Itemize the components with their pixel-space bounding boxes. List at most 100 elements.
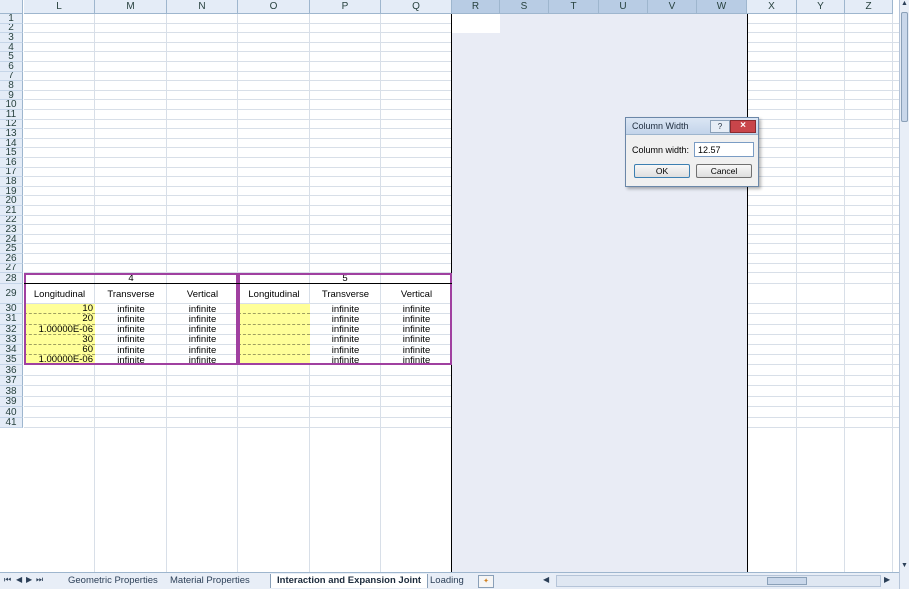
column-label[interactable]: Transverse: [95, 284, 167, 304]
tab-material-properties[interactable]: Material Properties: [164, 574, 256, 588]
column-label[interactable]: Transverse: [310, 284, 381, 304]
column-label[interactable]: Vertical: [381, 284, 452, 304]
row-header[interactable]: 38: [0, 386, 23, 397]
next-sheet-icon[interactable]: ▶: [26, 575, 32, 584]
scroll-down-icon[interactable]: ▼: [900, 562, 909, 572]
tab-loading[interactable]: Loading: [424, 574, 470, 588]
vertical-cell[interactable]: infinite: [381, 345, 452, 355]
row-header[interactable]: 13: [0, 129, 23, 139]
row-header[interactable]: 1: [0, 14, 23, 24]
transverse-cell[interactable]: infinite: [95, 355, 167, 365]
row-header[interactable]: 26: [0, 254, 23, 264]
transverse-cell[interactable]: infinite: [310, 314, 381, 324]
row-header[interactable]: 21: [0, 206, 23, 216]
row-header[interactable]: 7: [0, 71, 23, 82]
row-header[interactable]: 8: [0, 81, 23, 91]
transverse-cell[interactable]: infinite: [95, 345, 167, 355]
horizontal-scrollbar[interactable]: [556, 575, 881, 587]
row-header[interactable]: 9: [0, 90, 23, 101]
vertical-cell[interactable]: infinite: [167, 355, 238, 365]
column-label[interactable]: Longitudinal: [24, 284, 95, 304]
cancel-button[interactable]: Cancel: [696, 164, 752, 178]
longitudinal-cell[interactable]: 10: [24, 304, 95, 315]
longitudinal-cell[interactable]: [238, 314, 310, 325]
row-header[interactable]: 5: [0, 52, 23, 62]
last-sheet-icon[interactable]: ⏭: [36, 575, 43, 585]
longitudinal-cell[interactable]: [238, 355, 310, 366]
transverse-cell[interactable]: infinite: [95, 314, 167, 324]
row-header[interactable]: 30: [0, 304, 23, 315]
row-header[interactable]: 25: [0, 244, 23, 254]
row-header[interactable]: 2: [0, 23, 23, 34]
worksheet[interactable]: LMNOPQRSTUVWXYZ 1 2 3 4 5 6 7 8 9 10 11 12 13 14 15 16 1…: [0, 0, 899, 572]
column-header[interactable]: S: [500, 0, 549, 14]
vertical-cell[interactable]: infinite: [167, 314, 238, 324]
column-width-input[interactable]: [694, 142, 754, 157]
column-header[interactable]: X: [747, 0, 797, 14]
vertical-cell[interactable]: infinite: [381, 325, 452, 335]
row-header[interactable]: 36: [0, 365, 23, 376]
column-header[interactable]: V: [648, 0, 697, 14]
hscroll-thumb[interactable]: [767, 577, 807, 585]
column-header[interactable]: P: [310, 0, 381, 14]
row-header[interactable]: 12: [0, 119, 23, 130]
row-header[interactable]: 28: [0, 273, 23, 285]
prev-sheet-icon[interactable]: ◀: [16, 575, 22, 584]
row-header[interactable]: 39: [0, 396, 23, 408]
row-header[interactable]: 29: [0, 284, 23, 305]
first-sheet-icon[interactable]: ⏮: [4, 575, 11, 585]
row-header[interactable]: 27: [0, 263, 23, 274]
longitudinal-cell[interactable]: 30: [24, 334, 95, 345]
transverse-cell[interactable]: infinite: [310, 335, 381, 345]
row-header[interactable]: 32: [0, 324, 23, 335]
help-button[interactable]: ?: [710, 120, 730, 133]
vertical-cell[interactable]: infinite: [381, 355, 452, 365]
transverse-cell[interactable]: infinite: [95, 304, 167, 314]
select-all-corner[interactable]: [0, 0, 23, 14]
column-header[interactable]: Y: [797, 0, 845, 14]
longitudinal-cell[interactable]: [238, 345, 310, 356]
tab-interaction-expansion-joint[interactable]: Interaction and Expansion Joint: [270, 574, 429, 588]
insert-sheet-icon[interactable]: ✦: [478, 575, 494, 588]
row-header[interactable]: 41: [0, 417, 23, 429]
hscroll-right-icon[interactable]: ▶: [884, 575, 890, 584]
column-header[interactable]: M: [95, 0, 167, 14]
column-header[interactable]: Q: [381, 0, 452, 14]
row-header[interactable]: 17: [0, 167, 23, 178]
vertical-cell[interactable]: infinite: [381, 314, 452, 324]
row-header[interactable]: 24: [0, 234, 23, 245]
active-cell[interactable]: [452, 14, 500, 33]
column-header[interactable]: O: [238, 0, 310, 14]
transverse-cell[interactable]: infinite: [310, 345, 381, 355]
vertical-cell[interactable]: infinite: [167, 335, 238, 345]
vertical-cell[interactable]: infinite: [167, 345, 238, 355]
column-header[interactable]: T: [549, 0, 599, 14]
column-header[interactable]: L: [24, 0, 95, 14]
row-header[interactable]: 3: [0, 33, 23, 43]
row-header[interactable]: 16: [0, 158, 23, 168]
vertical-cell[interactable]: infinite: [167, 304, 238, 314]
transverse-cell[interactable]: infinite: [310, 325, 381, 335]
transverse-cell[interactable]: infinite: [95, 335, 167, 345]
ok-button[interactable]: OK: [634, 164, 690, 178]
row-header[interactable]: 11: [0, 110, 23, 120]
row-header[interactable]: 10: [0, 100, 23, 110]
row-header[interactable]: 18: [0, 177, 23, 187]
longitudinal-cell[interactable]: 1.00000E-06: [24, 355, 95, 366]
column-label[interactable]: Vertical: [167, 284, 238, 304]
tab-geometric-properties[interactable]: Geometric Properties: [62, 574, 164, 588]
row-header[interactable]: 35: [0, 355, 23, 366]
longitudinal-cell[interactable]: [238, 334, 310, 345]
longitudinal-cell[interactable]: [238, 304, 310, 315]
column-header[interactable]: U: [599, 0, 648, 14]
column-header[interactable]: W: [697, 0, 747, 14]
row-header[interactable]: 34: [0, 345, 23, 356]
row-header[interactable]: 20: [0, 196, 23, 206]
row-header[interactable]: 14: [0, 138, 23, 149]
transverse-cell[interactable]: infinite: [95, 325, 167, 335]
row-header[interactable]: 19: [0, 186, 23, 197]
row-header[interactable]: 6: [0, 62, 23, 72]
vertical-scrollbar[interactable]: ▲ ▼: [899, 0, 909, 589]
row-header[interactable]: 22: [0, 215, 23, 226]
vertical-cell[interactable]: infinite: [381, 304, 452, 314]
